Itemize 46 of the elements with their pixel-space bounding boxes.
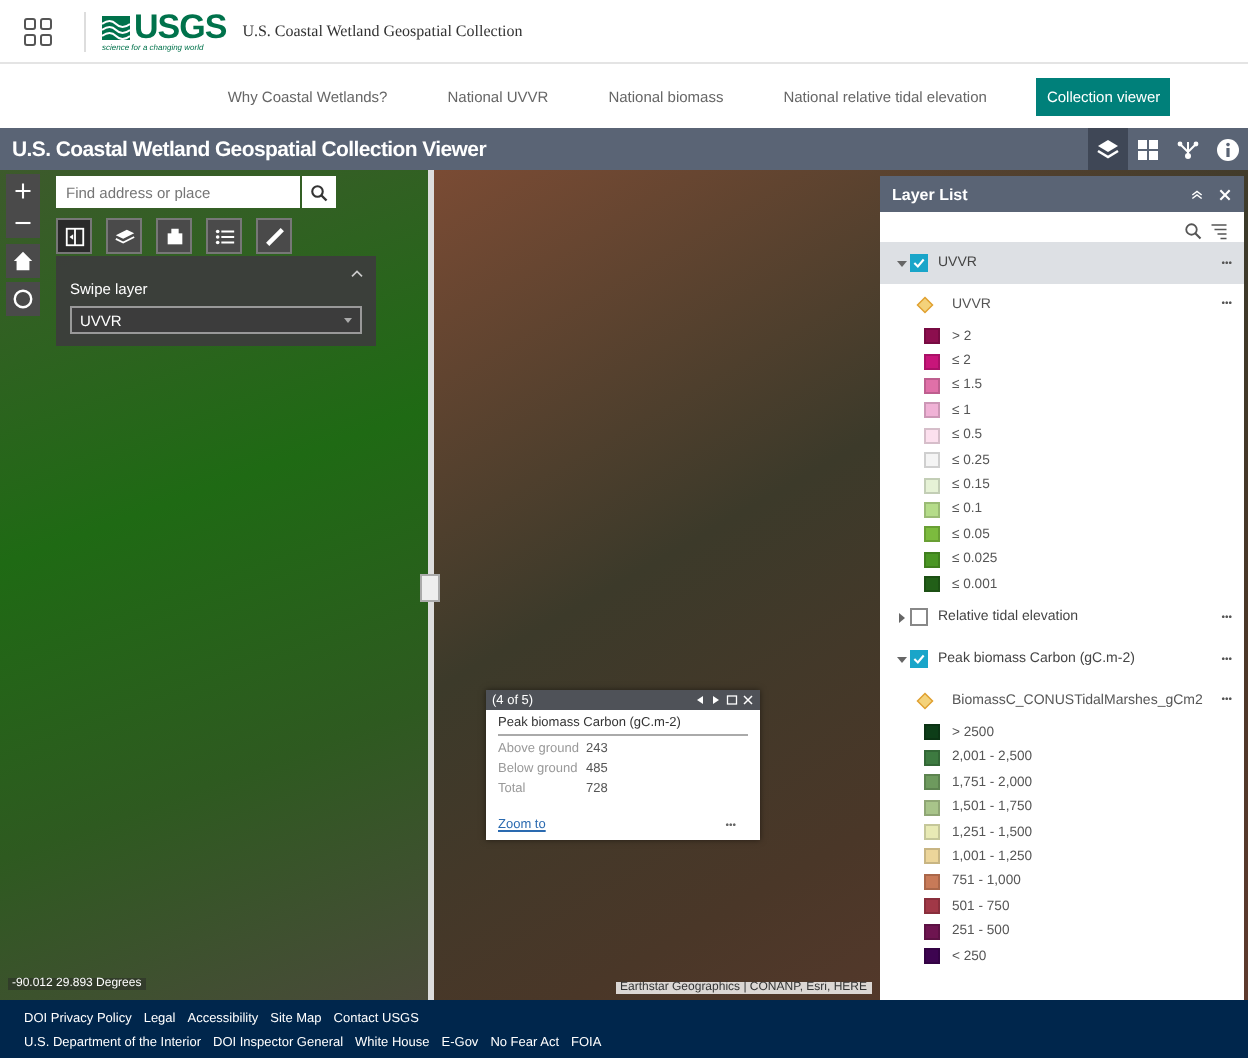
- layers-icon: [1096, 137, 1120, 161]
- info-icon: [1216, 137, 1240, 161]
- app-title: U.S. Coastal Wetland Geospatial Collection Viewer: [10, 137, 486, 161]
- caret-right-icon[interactable]: [896, 611, 908, 624]
- layer-checkbox[interactable]: [910, 608, 928, 627]
- filter-icon[interactable]: [1210, 222, 1228, 240]
- layer-checkbox[interactable]: [910, 650, 928, 669]
- caret-down-icon[interactable]: [896, 257, 908, 269]
- search-icon: [310, 183, 328, 201]
- close-icon[interactable]: [1218, 187, 1232, 201]
- dropdown-caret-icon: [344, 317, 352, 323]
- panel-title: Layer List: [892, 185, 968, 203]
- list-button[interactable]: [206, 218, 242, 254]
- plus-icon: [14, 181, 32, 199]
- layer-checkbox[interactable]: [910, 254, 928, 272]
- logo-text: USGS: [134, 10, 227, 44]
- grid-icon: [1136, 137, 1160, 161]
- ruler-icon: [263, 225, 285, 247]
- logo-waves-icon: [102, 15, 130, 39]
- layers-button[interactable]: [1088, 128, 1128, 170]
- locate-button[interactable]: [6, 282, 40, 316]
- home-button[interactable]: [6, 244, 40, 278]
- next-icon[interactable]: [710, 694, 722, 706]
- printer-icon: [163, 225, 185, 247]
- diamond-icon: [916, 691, 934, 710]
- previous-icon[interactable]: [694, 694, 706, 706]
- circle-icon: [12, 288, 34, 310]
- printer-button[interactable]: [156, 218, 192, 254]
- stacked-sheets-button[interactable]: [106, 218, 142, 254]
- collapse-caret-icon: [350, 268, 364, 278]
- swipe-button[interactable]: [56, 218, 92, 254]
- maximize-icon[interactable]: [726, 694, 738, 706]
- search-button[interactable]: [302, 176, 336, 208]
- site-title: U.S. Coastal Wetland Geospatial Collection: [242, 22, 523, 40]
- swipe-handle[interactable]: [420, 574, 440, 602]
- home-icon: [12, 250, 34, 272]
- apps-menu-button[interactable]: [24, 17, 52, 45]
- ruler-button[interactable]: [256, 218, 292, 254]
- close-icon[interactable]: [742, 694, 754, 706]
- network-icon: [1176, 137, 1200, 161]
- collapse-icon[interactable]: [1190, 187, 1204, 201]
- stacked-sheets-icon: [113, 225, 135, 247]
- diamond-icon: [916, 295, 934, 313]
- list-icon: [213, 225, 235, 247]
- swipe-icon: [63, 225, 85, 247]
- search-icon[interactable]: [1184, 222, 1202, 240]
